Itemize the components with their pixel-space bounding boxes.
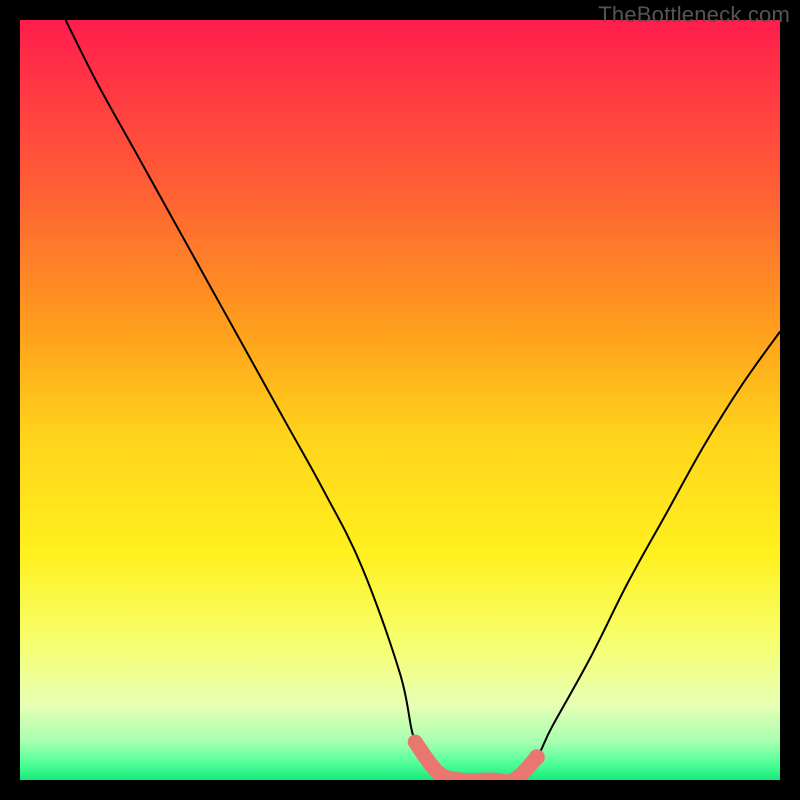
plot-area	[20, 20, 780, 780]
bottleneck-curve-svg	[20, 20, 780, 780]
bottleneck-curve	[66, 20, 780, 780]
optimal-marker-dot	[529, 749, 545, 765]
watermark-text: TheBottleneck.com	[598, 2, 790, 28]
optimal-region-highlight	[415, 742, 537, 780]
chart-frame: TheBottleneck.com	[0, 0, 800, 800]
